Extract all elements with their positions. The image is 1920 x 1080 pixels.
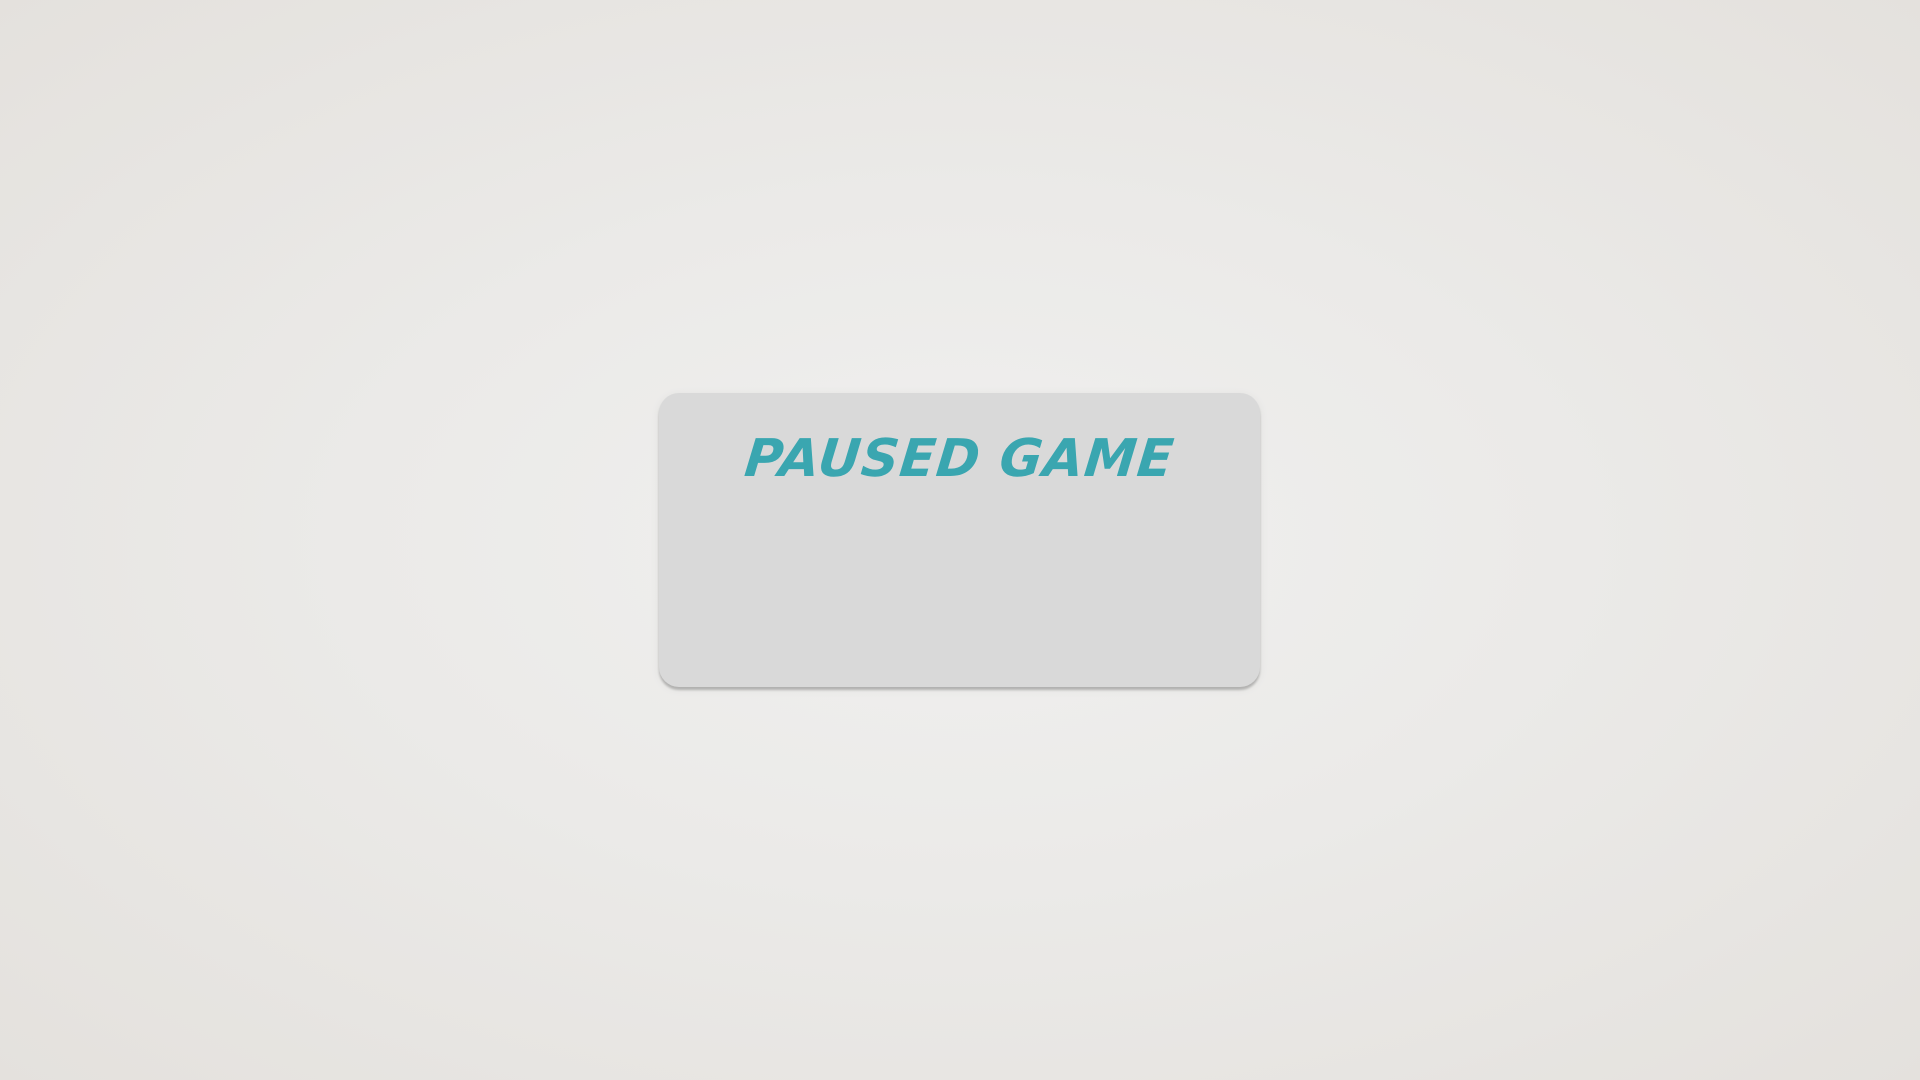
pause-menu-title: PAUSED GAME bbox=[741, 429, 1178, 489]
pause-menu-content-area bbox=[699, 513, 1220, 657]
pause-menu-panel: PAUSED GAME bbox=[659, 393, 1260, 687]
